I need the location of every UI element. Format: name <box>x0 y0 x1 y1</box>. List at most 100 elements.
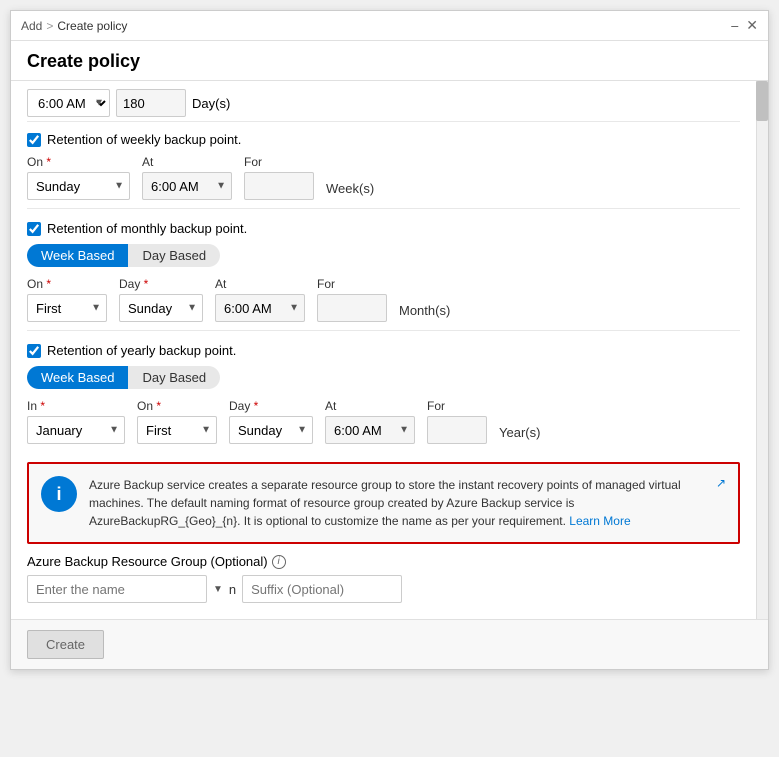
yearly-checkbox-label[interactable]: Retention of yearly backup point. <box>27 343 236 358</box>
weekly-on-group: On * Sunday Monday Tuesday Wednesday Thu… <box>27 155 130 200</box>
yearly-day-select-wrapper: SundayMondayTuesday ▼ <box>229 416 313 444</box>
scrollbar-thumb[interactable] <box>756 81 768 121</box>
yearly-day-label: Day * <box>229 399 313 413</box>
minimize-button[interactable]: ⎯ <box>731 17 738 34</box>
weekly-checkbox-label[interactable]: Retention of weekly backup point. <box>27 132 241 147</box>
info-box: i Azure Backup service creates a separat… <box>27 462 740 544</box>
monthly-checkbox[interactable] <box>27 222 41 236</box>
yearly-on-label: On * <box>137 399 217 413</box>
external-link-icon[interactable]: ↗ <box>716 476 726 530</box>
create-button[interactable]: Create <box>27 630 104 659</box>
breadcrumb-add[interactable]: Add <box>21 19 42 33</box>
monthly-at-group: At 6:00 AM ▼ <box>215 277 305 322</box>
resource-group-tooltip-icon[interactable]: i <box>272 555 286 569</box>
weekly-for-input[interactable]: 12 <box>244 172 314 200</box>
weekly-controls: On * Sunday Monday Tuesday Wednesday Thu… <box>27 155 740 200</box>
monthly-toggle-group: Week Based Day Based <box>27 244 220 267</box>
yearly-for-label: For <box>427 399 487 413</box>
resource-group-label: Azure Backup Resource Group (Optional) i <box>27 554 740 569</box>
top-time-select-wrapper: 6:00 AM ▼ <box>27 89 110 117</box>
yearly-checkbox[interactable] <box>27 344 41 358</box>
yearly-for-group: For 10 <box>427 399 487 444</box>
yearly-day-select[interactable]: SundayMondayTuesday <box>229 416 313 444</box>
monthly-on-select[interactable]: First Second Third Fourth Last <box>27 294 107 322</box>
monthly-for-group: For 60 <box>317 277 387 322</box>
weekly-section: Retention of weekly backup point. On * S… <box>27 122 740 206</box>
monthly-at-label: At <box>215 277 305 291</box>
yearly-day-group: Day * SundayMondayTuesday ▼ <box>229 399 313 444</box>
weekly-checkbox[interactable] <box>27 133 41 147</box>
monthly-label-text: Retention of monthly backup point. <box>47 221 247 236</box>
main-window: Add > Create policy ⎯ ✕ Create policy 6:… <box>10 10 769 670</box>
monthly-for-input[interactable]: 60 <box>317 294 387 322</box>
resource-group-suffix-input[interactable] <box>242 575 402 603</box>
learn-more-link[interactable]: Learn More <box>569 514 630 528</box>
yearly-unit: Year(s) <box>499 425 540 444</box>
monthly-day-group: Day * Sunday Monday Tuesday ▼ <box>119 277 203 322</box>
monthly-day-label: Day * <box>119 277 203 291</box>
yearly-at-select-wrapper: 6:00 AM ▼ <box>325 416 415 444</box>
yearly-on-group: On * FirstSecondThird FourthLast ▼ <box>137 399 217 444</box>
top-time-select[interactable]: 6:00 AM <box>27 89 110 117</box>
top-row: 6:00 AM ▼ Day(s) <box>27 81 740 122</box>
monthly-at-select[interactable]: 6:00 AM <box>215 294 305 322</box>
window-controls: ⎯ ✕ <box>731 17 758 34</box>
monthly-unit: Month(s) <box>399 303 450 322</box>
resource-group-name-input[interactable] <box>27 575 207 603</box>
yearly-for-input[interactable]: 10 <box>427 416 487 444</box>
info-text-content: Azure Backup service creates a separate … <box>89 476 704 530</box>
breadcrumb-separator: > <box>46 19 53 33</box>
yearly-controls: In * JanuaryFebruaryMarch AprilMayJune J… <box>27 399 740 444</box>
weekly-at-group: At 6:00 AM ▼ <box>142 155 232 200</box>
monthly-day-based-btn[interactable]: Day Based <box>128 244 220 267</box>
page-title: Create policy <box>11 41 768 81</box>
weekly-header: Retention of weekly backup point. <box>27 132 740 147</box>
weekly-unit: Week(s) <box>326 181 374 200</box>
weekly-on-select[interactable]: Sunday Monday Tuesday Wednesday Thursday… <box>27 172 130 200</box>
inner-content: 6:00 AM ▼ Day(s) Retention of weekly bac… <box>11 81 756 619</box>
yearly-at-select[interactable]: 6:00 AM <box>325 416 415 444</box>
monthly-section: Retention of monthly backup point. Week … <box>27 211 740 328</box>
weekly-for-group: For 12 <box>244 155 314 200</box>
weekly-on-label: On * <box>27 155 130 169</box>
resource-group-section: Azure Backup Resource Group (Optional) i… <box>27 554 740 603</box>
rg-connector: n <box>229 582 236 597</box>
yearly-in-select-wrapper: JanuaryFebruaryMarch AprilMayJune JulyAu… <box>27 416 125 444</box>
weekly-at-select-wrapper: 6:00 AM ▼ <box>142 172 232 200</box>
resource-group-inputs: ▼ n <box>27 575 740 603</box>
close-button[interactable]: ✕ <box>746 17 758 34</box>
rg-name-chevron: ▼ <box>213 584 223 595</box>
yearly-label-text: Retention of yearly backup point. <box>47 343 236 358</box>
yearly-at-group: At 6:00 AM ▼ <box>325 399 415 444</box>
footer: Create <box>11 619 768 669</box>
yearly-day-based-btn[interactable]: Day Based <box>128 366 220 389</box>
yearly-in-label: In * <box>27 399 125 413</box>
monthly-on-select-wrapper: First Second Third Fourth Last ▼ <box>27 294 107 322</box>
yearly-at-label: At <box>325 399 415 413</box>
monthly-header: Retention of monthly backup point. <box>27 221 740 236</box>
monthly-controls: On * First Second Third Fourth Last ▼ <box>27 277 740 322</box>
monthly-day-select-wrapper: Sunday Monday Tuesday ▼ <box>119 294 203 322</box>
monthly-on-label: On * <box>27 277 107 291</box>
top-days-input[interactable] <box>116 89 186 117</box>
weekly-label-text: Retention of weekly backup point. <box>47 132 241 147</box>
yearly-header: Retention of yearly backup point. <box>27 343 740 358</box>
yearly-on-select-wrapper: FirstSecondThird FourthLast ▼ <box>137 416 217 444</box>
monthly-checkbox-label[interactable]: Retention of monthly backup point. <box>27 221 247 236</box>
weekly-at-select[interactable]: 6:00 AM <box>142 172 232 200</box>
monthly-day-select[interactable]: Sunday Monday Tuesday <box>119 294 203 322</box>
scrollbar-track[interactable] <box>756 81 768 619</box>
breadcrumb-current: Create policy <box>57 19 127 33</box>
monthly-week-based-btn[interactable]: Week Based <box>27 244 128 267</box>
monthly-at-select-wrapper: 6:00 AM ▼ <box>215 294 305 322</box>
yearly-on-select[interactable]: FirstSecondThird FourthLast <box>137 416 217 444</box>
content-area: 6:00 AM ▼ Day(s) Retention of weekly bac… <box>11 81 768 619</box>
info-icon: i <box>41 476 77 512</box>
yearly-in-select[interactable]: JanuaryFebruaryMarch AprilMayJune JulyAu… <box>27 416 125 444</box>
yearly-week-based-btn[interactable]: Week Based <box>27 366 128 389</box>
breadcrumb: Add > Create policy <box>21 19 127 33</box>
monthly-for-label: For <box>317 277 387 291</box>
yearly-in-group: In * JanuaryFebruaryMarch AprilMayJune J… <box>27 399 125 444</box>
yearly-section: Retention of yearly backup point. Week B… <box>27 333 740 450</box>
weekly-at-label: At <box>142 155 232 169</box>
